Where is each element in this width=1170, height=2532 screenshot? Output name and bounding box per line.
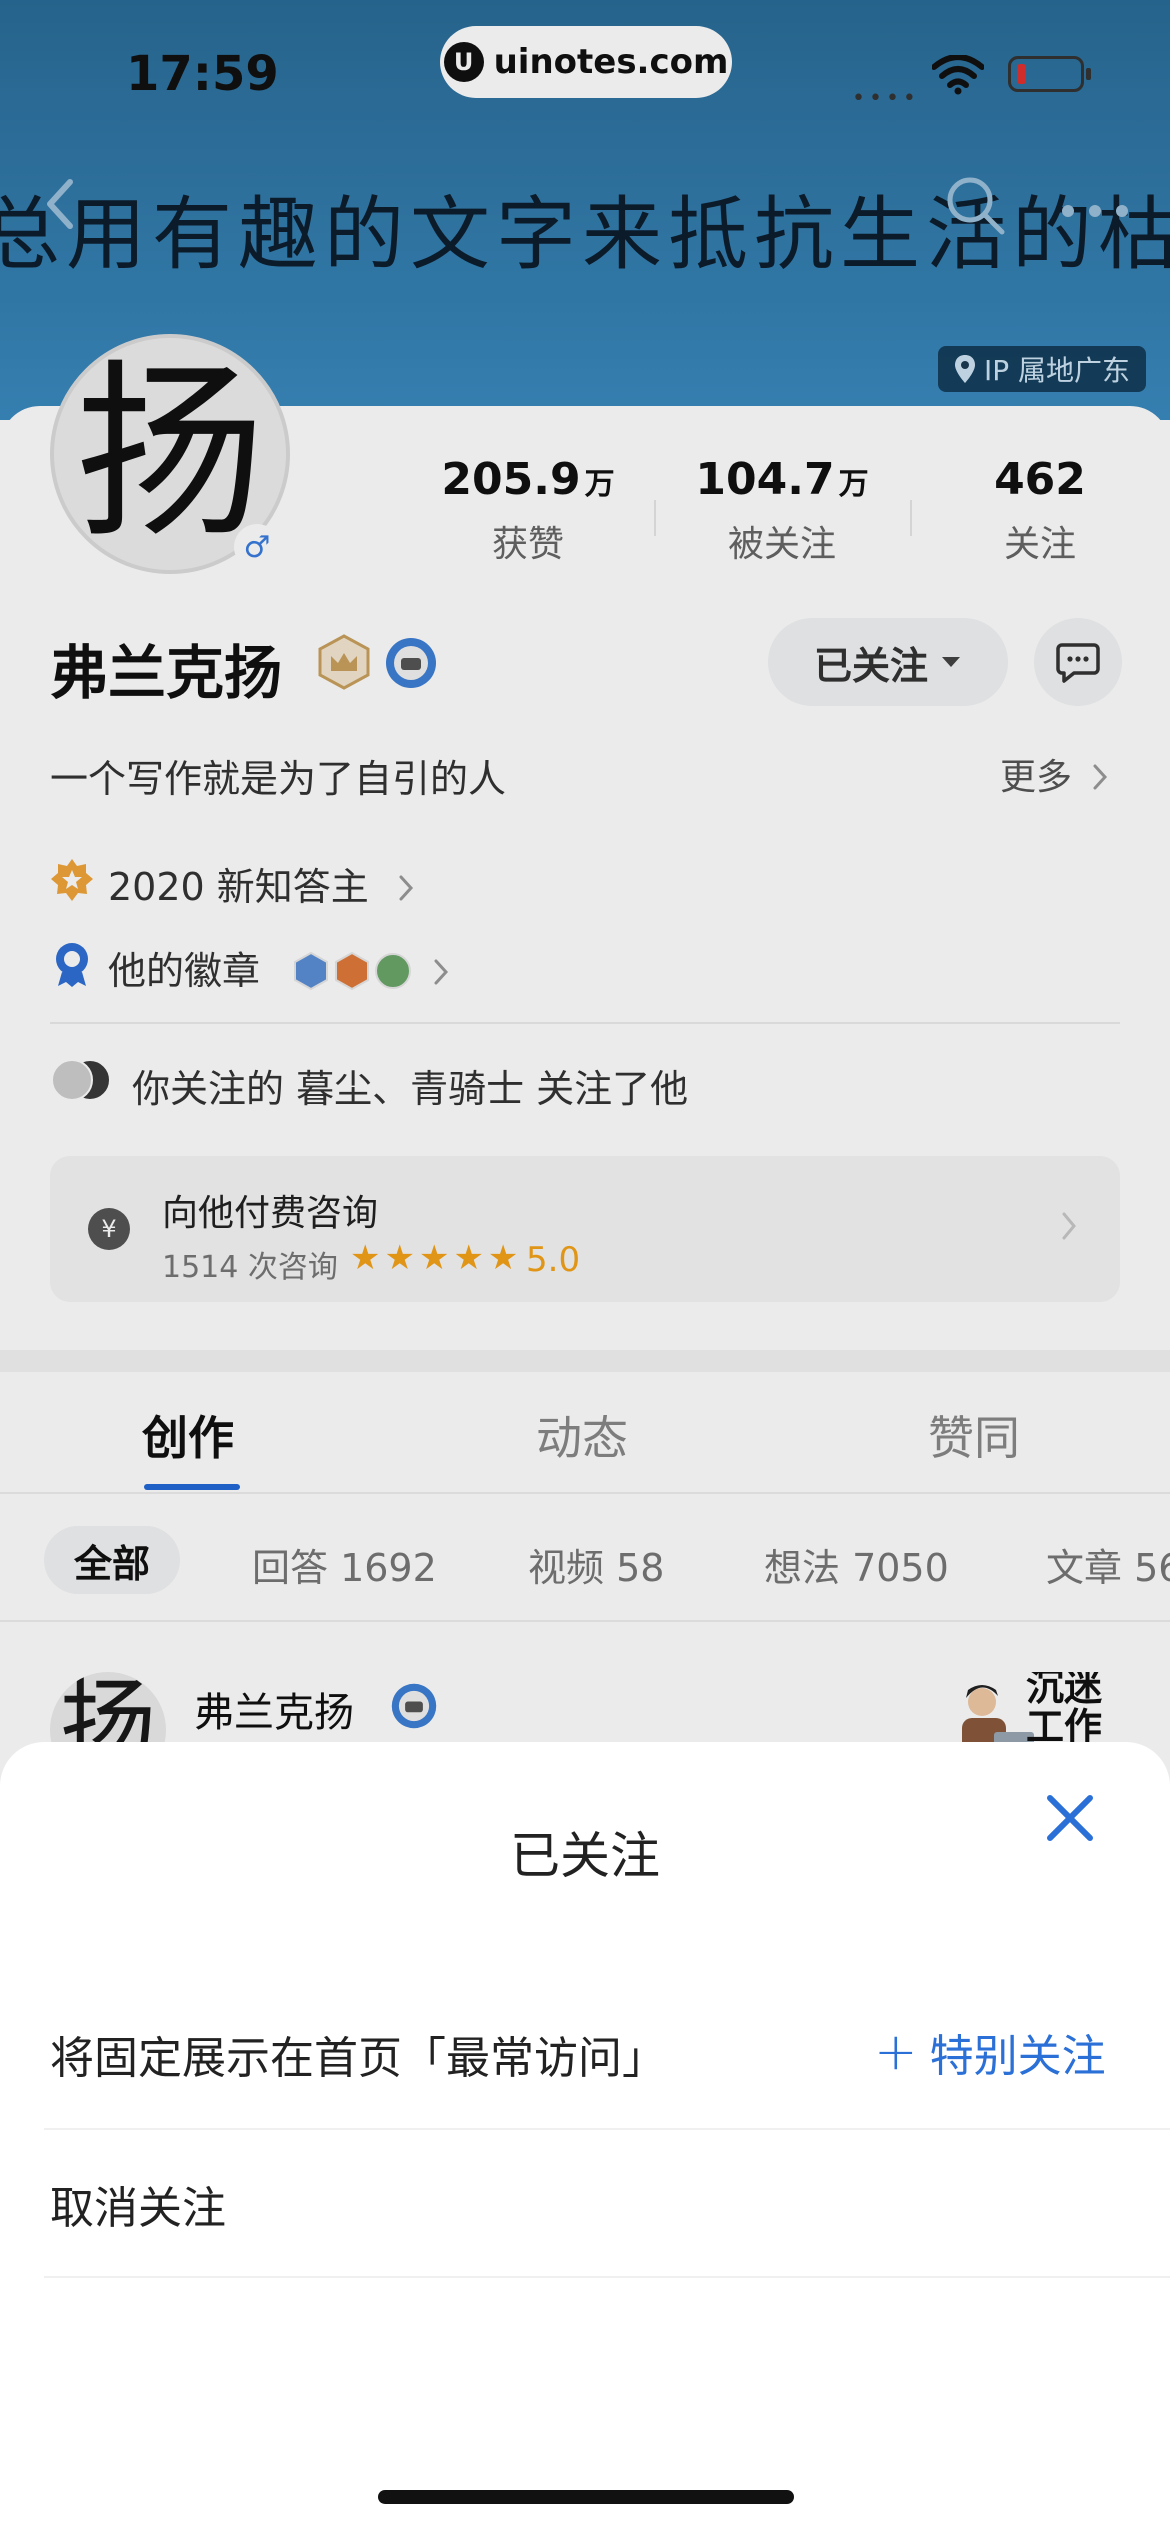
unfollow-button[interactable]: 取消关注 <box>50 2172 226 2236</box>
special-follow-label: 特别关注 <box>929 2031 1106 2082</box>
follow-options-sheet: 已关注 将固定展示在首页「最常访问」 + 特别关注 取消关注 <box>0 1742 1170 2532</box>
pin-to-home-text: 将固定展示在首页「最常访问」 <box>50 2033 666 2084</box>
plus-icon: + <box>874 2022 918 2082</box>
sheet-divider <box>44 2276 1170 2278</box>
sheet-divider <box>44 2128 1170 2130</box>
special-follow-button[interactable]: + 特别关注 <box>874 2020 1106 2084</box>
sheet-title: 已关注 <box>510 1827 660 1885</box>
close-icon[interactable] <box>1044 1792 1096 1844</box>
home-indicator[interactable] <box>378 2490 794 2504</box>
